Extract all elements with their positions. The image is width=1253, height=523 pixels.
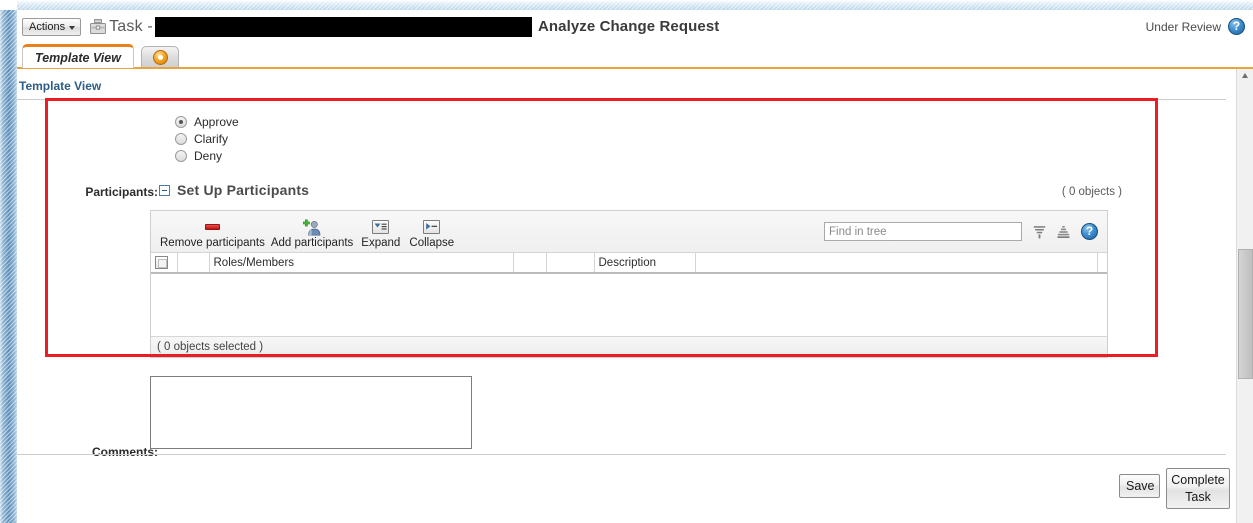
task-word-label: Task - xyxy=(109,17,153,35)
complete-task-button[interactable]: Complete Task xyxy=(1166,468,1230,509)
vertical-scrollbar[interactable] xyxy=(1236,69,1253,523)
briefcase-icon xyxy=(90,19,107,34)
participants-panel-header: Set Up Participants xyxy=(159,182,309,198)
column-spacer-4[interactable] xyxy=(695,253,1098,274)
funnel-icon[interactable] xyxy=(1033,225,1046,239)
tab-template-view[interactable]: Template View xyxy=(22,44,134,68)
radio-approve-label: Approve xyxy=(194,114,239,129)
add-participants-label: Add participants xyxy=(270,237,354,249)
participants-table-body-empty xyxy=(151,274,1107,336)
participants-grid-panel: Remove participants Add participants Exp… xyxy=(150,210,1108,358)
grid-help-circle-icon[interactable]: ? xyxy=(1081,223,1098,240)
participants-table-head: Roles/Members Description xyxy=(151,253,1107,274)
grid-toolbar: Remove participants Add participants Exp… xyxy=(151,211,1107,253)
grid-toolbar-right: ? xyxy=(824,222,1107,252)
radio-deny-icon[interactable] xyxy=(175,149,187,162)
tab-strip: Template View xyxy=(17,43,1253,69)
column-roles-members[interactable]: Roles/Members xyxy=(209,253,514,274)
radio-clarify-icon[interactable] xyxy=(175,132,187,145)
footer-button-row: Save Complete Task xyxy=(1119,468,1230,509)
redacted-task-name xyxy=(154,16,532,37)
save-button[interactable]: Save xyxy=(1119,474,1160,498)
collapse-label: Collapse xyxy=(409,237,455,249)
remove-participants-label: Remove participants xyxy=(160,237,265,249)
chevron-down-icon xyxy=(69,25,76,30)
section-title: Template View xyxy=(19,79,102,93)
tab-template-view-label: Template View xyxy=(35,50,121,65)
minus-icon xyxy=(204,218,220,236)
column-description[interactable]: Description xyxy=(594,253,696,274)
participants-panel-title: Set Up Participants xyxy=(177,182,310,198)
page-title: Analyze Change Request xyxy=(537,18,720,35)
column-spacer-3[interactable] xyxy=(546,253,595,274)
collapse-button[interactable]: Collapse xyxy=(405,218,458,252)
page-header: Actions Task - Analyze Change Request Un… xyxy=(17,10,1253,43)
participants-object-count: ( 0 objects ) xyxy=(1061,186,1122,198)
left-edge-cap xyxy=(0,0,17,10)
find-in-tree-input[interactable] xyxy=(824,222,1022,241)
participants-status-bar: ( 0 objects selected ) xyxy=(151,336,1107,357)
scrollbar-thumb[interactable] xyxy=(1238,249,1253,379)
content-area: Template View Approve Clarify Deny Parti… xyxy=(17,69,1236,523)
add-participants-button[interactable]: Add participants xyxy=(268,218,356,252)
radio-option-approve[interactable]: Approve xyxy=(175,113,239,130)
pyramid-icon[interactable] xyxy=(1057,225,1070,239)
column-spacer-1[interactable] xyxy=(177,253,210,274)
actions-menu-button[interactable]: Actions xyxy=(22,17,82,36)
collapse-icon xyxy=(423,218,441,236)
participants-table: Roles/Members Description xyxy=(151,253,1107,274)
radio-clarify-label: Clarify xyxy=(194,131,229,146)
footer-divider xyxy=(17,454,1226,455)
radio-approve-icon[interactable] xyxy=(175,115,187,128)
tab-settings[interactable] xyxy=(141,46,179,68)
section-divider xyxy=(17,99,1226,100)
select-all-checkbox[interactable] xyxy=(155,255,168,269)
radio-deny-label: Deny xyxy=(194,148,223,163)
remove-participants-button[interactable]: Remove participants xyxy=(157,218,268,252)
select-all-column xyxy=(151,253,178,274)
comments-field-label: Comments: xyxy=(91,445,158,459)
status-badge: Under Review xyxy=(1145,19,1221,34)
radio-option-clarify[interactable]: Clarify xyxy=(175,130,239,147)
header-right-group: Under Review ? xyxy=(1146,18,1245,35)
participants-field-label: Participants: xyxy=(85,185,158,199)
expand-button[interactable]: Expand xyxy=(356,218,405,252)
radio-option-deny[interactable]: Deny xyxy=(175,147,239,164)
add-user-icon xyxy=(302,218,321,236)
task-page: Actions Task - Analyze Change Request Un… xyxy=(0,0,1253,523)
expand-label: Expand xyxy=(361,237,401,249)
scroll-up-arrow-icon[interactable] xyxy=(1242,73,1248,78)
comments-input[interactable] xyxy=(150,376,472,449)
help-circle-icon[interactable]: ? xyxy=(1228,18,1245,35)
column-spacer-5[interactable] xyxy=(1097,253,1107,274)
expand-icon xyxy=(372,218,390,236)
table-header-row: Roles/Members Description xyxy=(151,253,1107,274)
decorative-top-stripe xyxy=(17,0,1253,10)
decision-radio-group: Approve Clarify Deny xyxy=(175,113,239,164)
decorative-left-edge xyxy=(0,0,17,523)
column-spacer-2[interactable] xyxy=(513,253,547,274)
collapse-toggle-icon[interactable] xyxy=(159,184,170,196)
orange-gear-icon xyxy=(152,49,168,65)
actions-menu-label: Actions xyxy=(29,20,66,33)
participants-status-label: ( 0 objects selected ) xyxy=(157,341,264,353)
